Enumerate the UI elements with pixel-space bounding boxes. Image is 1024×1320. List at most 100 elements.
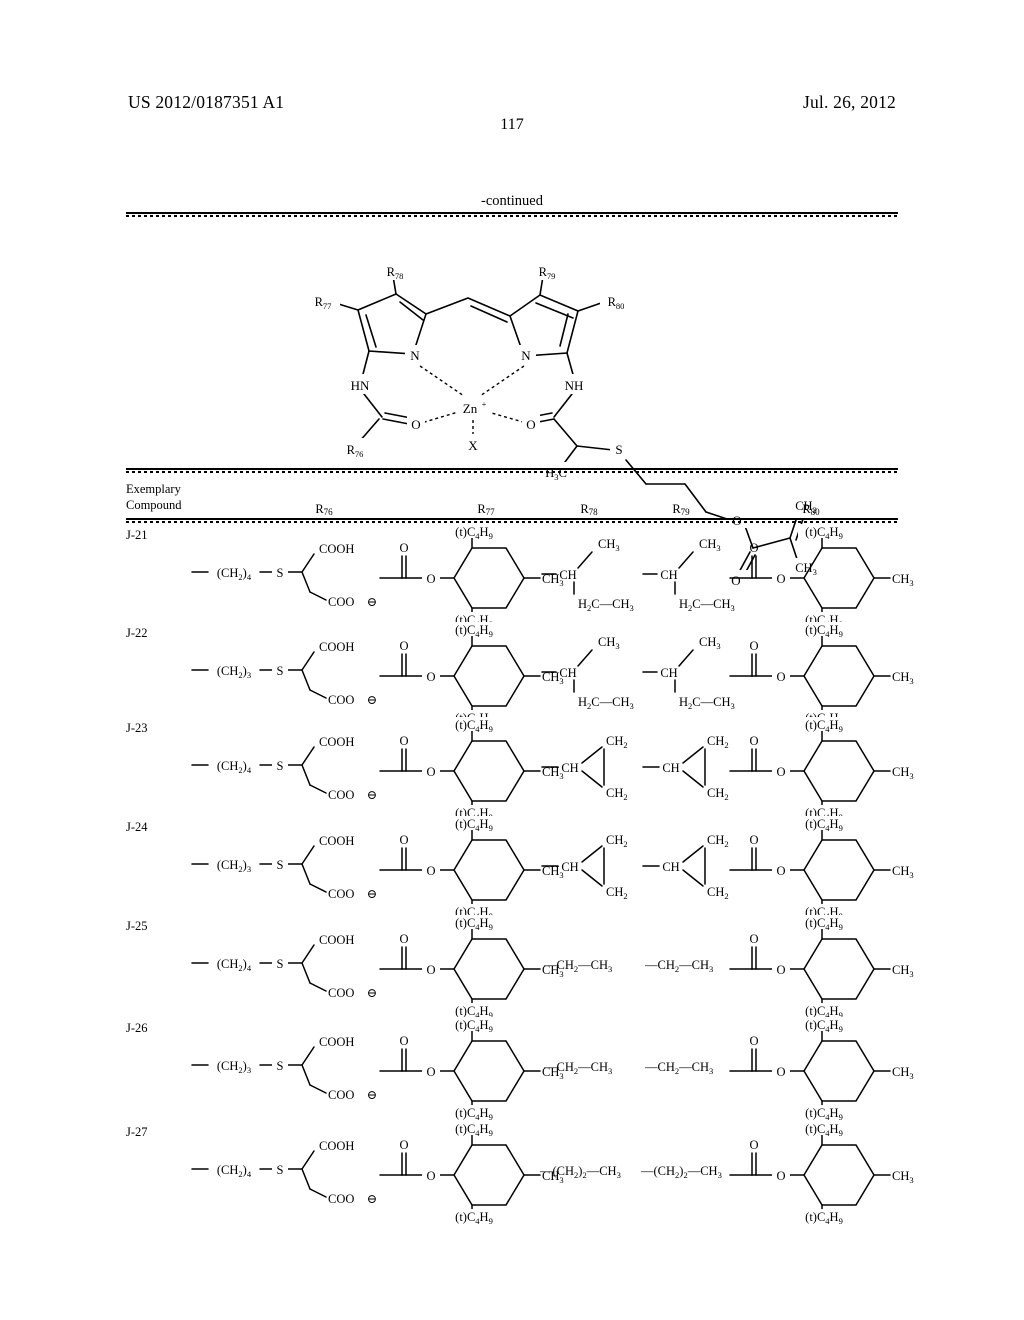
page-number: 117 (500, 116, 524, 133)
cell-r77: OO(t)C4H9(t)C4H9CH3 (376, 1121, 564, 1226)
tert-butyl-bottom: (t)C4H9 (805, 1210, 843, 1226)
carbonyl-oxygen: O (399, 639, 408, 653)
methyl-top: CH3 (598, 537, 620, 553)
structure-bottom-rule (126, 468, 898, 473)
cell-r78: CH CH2 CH2 (540, 818, 650, 918)
table-header-rule (126, 518, 898, 523)
ethyl-branch: H2C—CH3 (578, 597, 634, 613)
ring-methyl: CH3 (892, 1065, 914, 1081)
cyclopropyl-methine: CH (561, 761, 578, 775)
ethyl-group: —CH2—CH3 (644, 958, 713, 974)
cyclopropyl-ch2-bottom: CH2 (606, 786, 628, 802)
r80-group: OO(t)C4H9(t)C4H9CH3 (729, 816, 914, 921)
ester-oxygen: O (776, 765, 785, 779)
cell-r77: OO(t)C4H9(t)C4H9CH3 (376, 915, 564, 1020)
r76-sulfur: S (277, 1163, 284, 1177)
r76-group: (CH2)3 SCOOHCOO ⊖ (191, 640, 377, 707)
tert-butyl-top: (t)C4H9 (805, 623, 843, 639)
publication-number: US 2012/0187351 A1 (128, 92, 285, 112)
ring-methyl: CH3 (892, 864, 914, 880)
r76-group: (CH2)3 SCOOHCOO ⊖ (191, 1035, 377, 1102)
ethyl-group: —CH2—CH3 (543, 958, 612, 974)
r76-alkyl-chain: (CH2)3 (217, 858, 251, 874)
column-header-r79: R79 (672, 502, 690, 517)
tert-butyl-top: (t)C4H9 (455, 623, 493, 639)
cell-r76: (CH2)4 S COOH COO ⊖ (186, 526, 386, 626)
r77-group: OO(t)C4H9(t)C4H9CH3 (379, 816, 564, 921)
propyl-group: —(CH2)2—CH3 (640, 1164, 722, 1180)
methine-carbon: CH (660, 666, 677, 680)
column-header-compound: Exemplary Compound (126, 482, 182, 512)
tert-butyl-top: (t)C4H9 (455, 525, 493, 541)
tert-butyl-bottom: (t)C4H9 (455, 1210, 493, 1226)
r78-group: CH CH3 H2C—CH3 (541, 635, 634, 711)
r76-alkyl-chain: (CH2)4 (217, 1163, 252, 1179)
tert-butyl-top: (t)C4H9 (455, 1122, 493, 1138)
structure-x-ligand: X (468, 438, 478, 453)
carbonyl-oxygen: O (749, 932, 758, 946)
r76-carboxylate: COO (328, 788, 354, 802)
tert-butyl-top: (t)C4H9 (805, 1122, 843, 1138)
structure-o-left: O (411, 417, 420, 432)
column-header-r77: R77 (477, 502, 495, 517)
cell-r76: (CH2)4 S COOH COO ⊖ (186, 719, 386, 819)
cell-r80: OO(t)C4H9(t)C4H9CH3 (726, 915, 914, 1020)
ring-methyl: CH3 (892, 572, 914, 588)
cell-r76: (CH2)3 S COOH COO ⊖ (186, 818, 386, 918)
table-row: J-27 (CH2)4 S COOH COO ⊖ O O (t)C4H9 (t)C4H9 CH3 —(… (126, 1121, 914, 1226)
ester-oxygen: O (426, 765, 435, 779)
r80-group: OO(t)C4H9(t)C4H9CH3 (729, 1121, 914, 1226)
carbonyl-oxygen: O (749, 1034, 758, 1048)
methyl-top: CH3 (699, 635, 721, 651)
cell-r76: (CH2)4 S COOH COO ⊖ (186, 917, 386, 1017)
r80-group: OO(t)C4H9(t)C4H9CH3 (729, 524, 914, 629)
ethyl-group: —CH2—CH3 (543, 1060, 612, 1076)
compound-id: J-27 (126, 1125, 148, 1139)
ethyl-branch: H2C—CH3 (578, 695, 634, 711)
cell-r80: OO(t)C4H9(t)C4H9CH3 (726, 816, 914, 921)
ethyl-group: —CH2—CH3 (644, 1060, 713, 1076)
tert-butyl-top: (t)C4H9 (805, 525, 843, 541)
r77-group: OO(t)C4H9(t)C4H9CH3 (379, 915, 564, 1020)
r77-group: OO(t)C4H9(t)C4H9CH3 (379, 1017, 564, 1122)
ester-oxygen: O (776, 1169, 785, 1183)
tert-butyl-bottom: (t)C4H9 (455, 1106, 493, 1122)
table-top-rule (126, 212, 898, 217)
r80-group: OO(t)C4H9(t)C4H9CH3 (729, 1017, 914, 1122)
r76-alkyl-chain: (CH2)4 (217, 957, 252, 973)
r76-group: (CH2)4 SCOOHCOO ⊖ (191, 542, 377, 609)
r78-group: CH CH2 CH2 (541, 833, 628, 901)
carbonyl-oxygen: O (399, 932, 408, 946)
cyclopropyl-ch2-top: CH2 (606, 833, 628, 849)
carbonyl-oxygen: O (399, 541, 408, 555)
ester-oxygen: O (426, 572, 435, 586)
carbonyl-oxygen: O (399, 734, 408, 748)
r76-carboxylate: COO (328, 1192, 354, 1206)
ring-methyl: CH3 (892, 963, 914, 979)
structure-sulfur: S (615, 442, 622, 457)
r77-group: OO(t)C4H9(t)C4H9CH3 (379, 524, 564, 629)
structure-zn: Zn (463, 401, 478, 416)
r78-group: CH CH3 H2C—CH3 (541, 537, 634, 613)
publication-date: Jul. 26, 2012 (802, 92, 896, 112)
r76-carboxyl: COOH (319, 542, 354, 556)
cell-r78: CH CH2 CH2 (540, 719, 650, 819)
r76-group: (CH2)4 SCOOHCOO ⊖ (191, 933, 377, 1000)
cell-r77: OO(t)C4H9(t)C4H9CH3 (376, 717, 564, 822)
carbonyl-oxygen: O (399, 833, 408, 847)
methyl-top: CH3 (699, 537, 721, 553)
table-row: J-22(CH2)3SCOOHCOO⊖OO(t)C4H9(t)C4H9CH3CH… (126, 622, 914, 727)
methine-carbon: CH (559, 568, 576, 582)
cyclopropyl-ch2-bottom: CH2 (606, 885, 628, 901)
carbonyl-oxygen: O (749, 639, 758, 653)
column-header-r78: R78 (580, 502, 598, 517)
structure-n-right: N (521, 348, 531, 363)
ester-oxygen: O (426, 963, 435, 977)
r76-alkyl-chain: (CH2)3 (217, 1059, 251, 1075)
ring-methyl: CH3 (892, 670, 914, 686)
carbonyl-oxygen: O (749, 734, 758, 748)
r80-group: OO(t)C4H9(t)C4H9CH3 (729, 622, 914, 727)
table-row: J-26 (CH2)3 S COOH COO ⊖ O O (t)C4H9 (t)C4H9 CH3 —C… (126, 1017, 914, 1122)
ring-methyl: CH3 (892, 765, 914, 781)
r76-carboxyl: COOH (319, 735, 354, 749)
